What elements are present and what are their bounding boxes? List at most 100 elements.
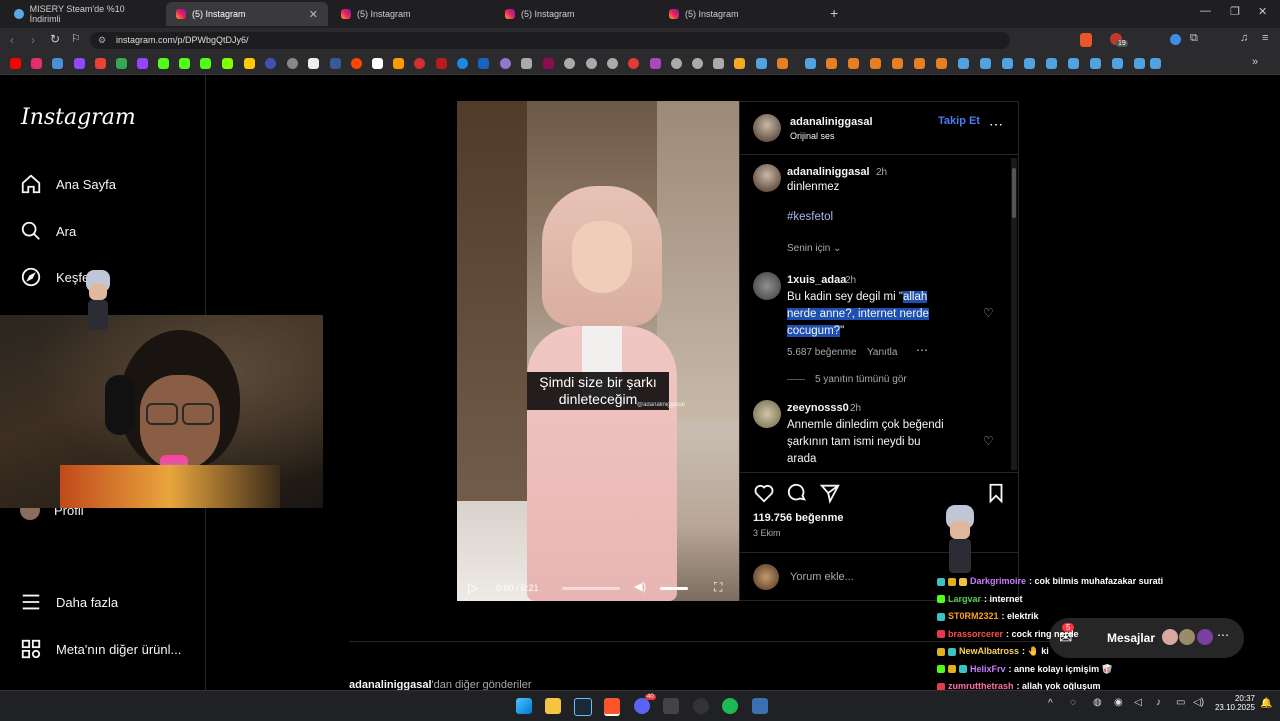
file-explorer-icon[interactable] [545, 698, 561, 714]
bookmark-icon[interactable] [414, 58, 425, 69]
discord-taskbar-icon[interactable] [634, 698, 650, 714]
sort-comments[interactable]: Senin için ⌄ [787, 243, 842, 254]
bookmark-icon[interactable] [892, 58, 903, 69]
steam-bookmark-icon[interactable] [1002, 58, 1013, 69]
brave-shield-icon[interactable] [1080, 33, 1092, 47]
new-tab-icon[interactable]: + [830, 5, 838, 21]
share-icon[interactable] [819, 482, 841, 504]
tab-instagram-active[interactable]: (5) Instagram ✕ [166, 2, 328, 26]
steam-bookmark-icon[interactable] [1024, 58, 1035, 69]
amazon-icon[interactable] [393, 58, 404, 69]
steam-bookmark-icon[interactable] [1134, 58, 1145, 69]
url-field[interactable]: ⚙ instagram.com/p/DPWbgQtDJy6/ [90, 32, 1010, 49]
clock[interactable]: 20:37 23.10.2025 [1210, 694, 1255, 712]
steam-bookmark-icon[interactable] [756, 58, 767, 69]
bookmark-icon[interactable] [521, 58, 532, 69]
caption-username[interactable]: adanaliniggasal [787, 166, 870, 178]
comments-scrollbar[interactable] [1011, 158, 1017, 470]
bookmark-icon[interactable] [265, 58, 276, 69]
fullscreen-icon[interactable]: ⛶ [714, 580, 722, 595]
speaker-icon[interactable]: ◁ [1134, 697, 1142, 708]
post-video[interactable]: Şimdi size bir şarkı dinleteceğim @adana… [457, 101, 739, 601]
bookmark-icon[interactable] [244, 58, 255, 69]
bookmark-icon[interactable] [436, 58, 447, 69]
comment-like-icon[interactable]: ♡ [983, 306, 994, 320]
bookmark-icon[interactable] [671, 58, 682, 69]
save-icon[interactable] [985, 482, 1007, 504]
twitch-icon[interactable] [137, 58, 148, 69]
follow-button[interactable]: Takip Et [938, 115, 980, 127]
tab-steam[interactable]: MISERY Steam'de %10 İndirimli [4, 2, 164, 26]
bookmark-icon[interactable] [500, 58, 511, 69]
youtube-icon[interactable] [10, 58, 21, 69]
bookmark-icon[interactable] [650, 58, 661, 69]
volume-icon[interactable]: ◀) [634, 580, 646, 593]
kick-icon[interactable] [200, 58, 211, 69]
tray-icon[interactable]: ◌ [1070, 697, 1076, 708]
gmail-icon[interactable] [95, 58, 106, 69]
more-bookmarks-icon[interactable]: » [1252, 56, 1258, 68]
volume-icon[interactable]: ◁) [1193, 697, 1204, 708]
comment-input[interactable]: Yorum ekle... [790, 571, 854, 583]
author-avatar[interactable] [753, 114, 781, 142]
nav-home[interactable]: Ana Sayfa [20, 173, 116, 195]
bookmark-icon[interactable] [826, 58, 837, 69]
steam-bookmark-icon[interactable] [1090, 58, 1101, 69]
tray-chevron-icon[interactable]: ^ [1048, 698, 1053, 709]
drive-icon[interactable] [116, 58, 127, 69]
caption-hashtag[interactable]: #kesfetol [787, 209, 833, 226]
bookmark-icon[interactable] [372, 58, 383, 69]
bookmark-icon[interactable] [936, 58, 947, 69]
bookmark-icon[interactable] [586, 58, 597, 69]
reload-icon[interactable]: ↻ [50, 32, 60, 46]
bookmark-icon[interactable] [564, 58, 575, 69]
reply-button[interactable]: Yanıtla [867, 347, 897, 358]
steam-tray-icon[interactable]: ◉ [1114, 697, 1123, 708]
tab-instagram[interactable]: (5) Instagram [495, 2, 657, 26]
steam-bookmark-icon[interactable] [805, 58, 816, 69]
steam-bookmark-icon[interactable] [980, 58, 991, 69]
comment-like-icon[interactable]: ♡ [983, 434, 994, 448]
site-settings-icon[interactable]: ⚙ [98, 32, 106, 49]
extension-icon[interactable] [1170, 34, 1181, 45]
bookmark-icon[interactable] [457, 58, 468, 69]
close-tab-icon[interactable]: ✕ [309, 8, 318, 21]
obs-taskbar-icon[interactable] [693, 698, 709, 714]
reddit-icon[interactable] [351, 58, 362, 69]
brave-taskbar-icon[interactable] [604, 698, 620, 716]
bookmark-icon[interactable] [52, 58, 63, 69]
forward-icon[interactable]: › [31, 33, 35, 47]
maximize-icon[interactable]: ❐ [1230, 5, 1240, 18]
steam-bookmark-icon[interactable] [1068, 58, 1079, 69]
bookmark-icon[interactable] [628, 58, 639, 69]
close-window-icon[interactable]: ✕ [1258, 5, 1267, 18]
bookmark-icon[interactable] [543, 58, 554, 69]
bookmark-icon[interactable] [287, 58, 298, 69]
view-replies-button[interactable]: 5 yanıtın tümünü gör [815, 374, 907, 385]
audio-label[interactable]: Orijinal ses [790, 131, 835, 141]
spotify-taskbar-icon[interactable] [722, 698, 738, 714]
comment-icon[interactable] [786, 482, 808, 504]
bookmark-icon[interactable] [330, 58, 341, 69]
nav-more[interactable]: Daha fazla [20, 591, 118, 613]
steam-bookmark-icon[interactable] [958, 58, 969, 69]
start-icon[interactable] [516, 698, 532, 714]
nav-meta-products[interactable]: Meta'nın diğer ürünl... [20, 638, 181, 660]
steam-bookmark-icon[interactable] [1150, 58, 1161, 69]
back-icon[interactable]: ‹ [10, 33, 14, 47]
author-username[interactable]: adanaliniggasal [790, 116, 873, 128]
notification-icon[interactable]: 🔔 [1260, 698, 1272, 709]
puzzle-icon[interactable]: ⧉ [1190, 32, 1198, 45]
bookmark-icon[interactable] [848, 58, 859, 69]
scrollbar-thumb[interactable] [1012, 168, 1016, 218]
video-progress-bar[interactable] [562, 587, 620, 590]
folder-icon[interactable] [734, 58, 745, 69]
nav-search[interactable]: Ara [20, 220, 76, 242]
bookmark-icon[interactable]: ⚐ [71, 32, 81, 45]
network-icon[interactable]: ▭ [1176, 697, 1185, 708]
bookmark-icon[interactable] [74, 58, 85, 69]
app-taskbar-icon[interactable] [752, 698, 768, 714]
tab-instagram[interactable]: (5) Instagram [659, 2, 821, 26]
app-taskbar-icon[interactable] [663, 698, 679, 714]
minimize-icon[interactable]: — [1200, 5, 1211, 17]
